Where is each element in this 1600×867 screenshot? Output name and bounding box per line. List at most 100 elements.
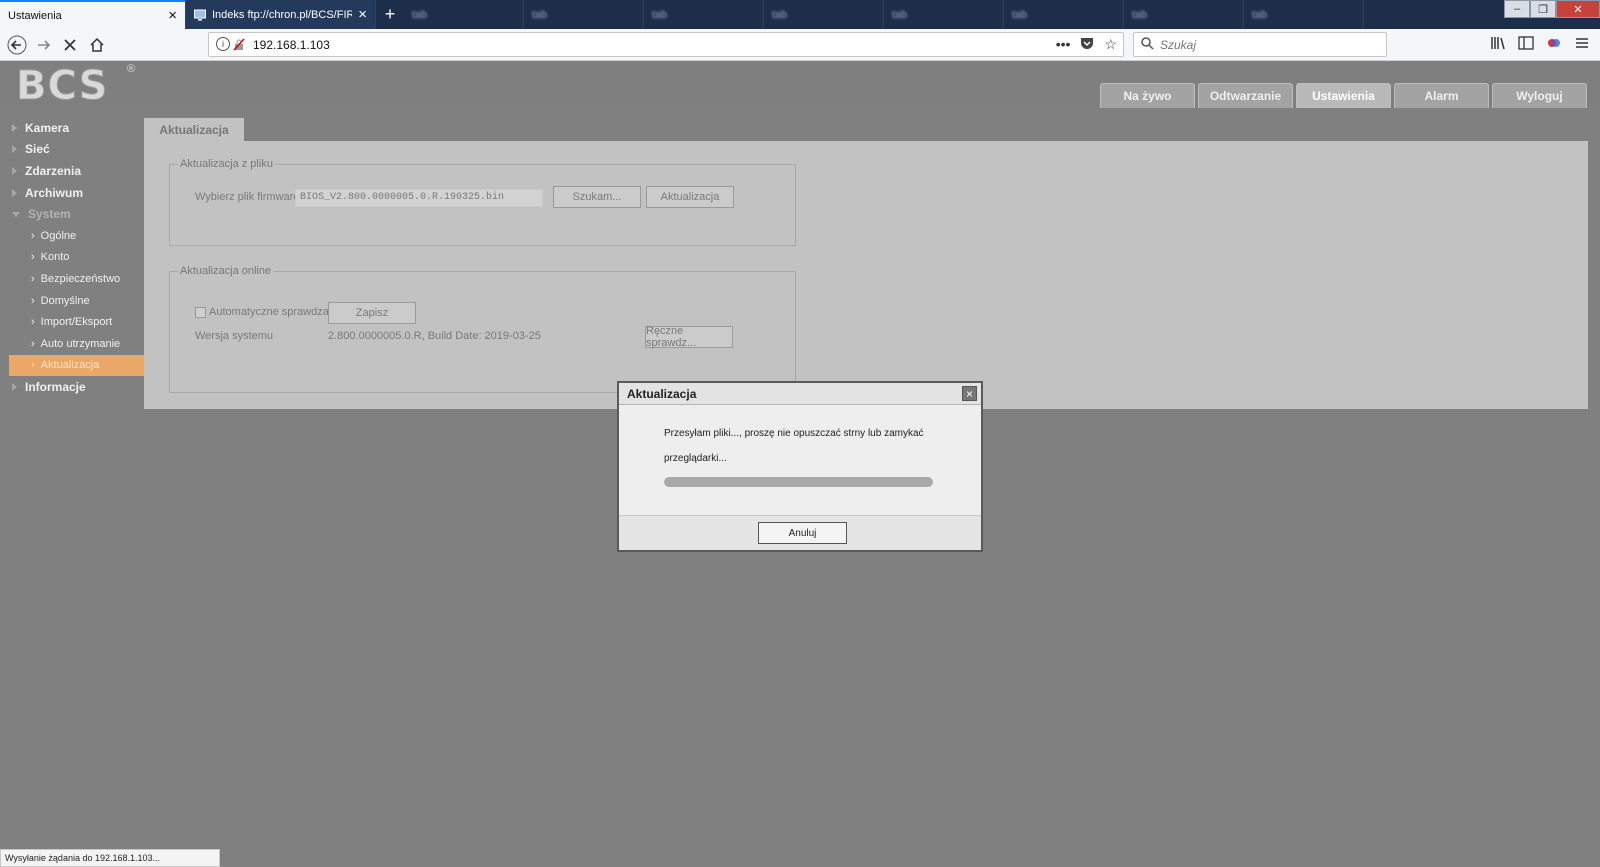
dialog-title-bar: Aktualizacja × xyxy=(619,383,981,405)
minimize-icon[interactable]: – xyxy=(1504,0,1530,18)
sidebar-item-information[interactable]: Informacje xyxy=(0,376,144,398)
sidebar-item-system[interactable]: System xyxy=(0,203,144,225)
more-dots-icon[interactable]: ••• xyxy=(1056,36,1071,53)
content-panel: Aktualizacja z pliku Wybierz plik firmwa… xyxy=(144,141,1588,409)
sidebar-item-upgrade[interactable]: › Aktualizacja xyxy=(9,354,144,377)
insecure-lock-icon[interactable] xyxy=(233,38,245,51)
file-update-legend: Aktualizacja z pliku xyxy=(180,158,273,170)
browser-tab-active[interactable]: Ustawienia × xyxy=(0,0,186,29)
menu-hamburger-icon[interactable] xyxy=(1574,36,1590,53)
browser-tab-blurred[interactable]: tab xyxy=(1244,0,1364,29)
browser-tab-bar: Ustawienia × Indeks ftp://chron.pl/BCS/F… xyxy=(0,0,1600,29)
forward-arrow-icon[interactable] xyxy=(33,34,55,56)
info-icon[interactable]: i xyxy=(216,37,230,51)
close-tab-icon[interactable]: × xyxy=(358,7,367,22)
tab-settings[interactable]: Ustawienia xyxy=(1296,83,1391,108)
browser-tab-blurred[interactable]: tab xyxy=(764,0,884,29)
main-nav-tabs: Na żywo Odtwarzanie Ustawienia Alarm Wyl… xyxy=(1100,83,1587,108)
sidebar-item-archive[interactable]: Archiwum xyxy=(0,182,144,204)
search-input[interactable] xyxy=(1160,36,1380,54)
browser-tab-blurred[interactable]: tab xyxy=(1004,0,1124,29)
browser-tab[interactable]: Indeks ftp://chron.pl/BCS/FIRM × xyxy=(186,0,376,29)
sidebar-item-label: Domyślne xyxy=(40,294,90,307)
upgrade-dialog: Aktualizacja × Przesyłam pliki..., prosz… xyxy=(617,381,983,552)
browser-tab-blurred[interactable]: tab xyxy=(884,0,1004,29)
sidebar-item-defaults[interactable]: › Domyślne xyxy=(9,290,144,312)
sidebar-item-general[interactable]: › Ogólne xyxy=(9,225,144,247)
tab-live[interactable]: Na żywo xyxy=(1100,83,1195,108)
app-header: BCS ® Na żywo Odtwarzanie Ustawienia Ala… xyxy=(0,61,1600,110)
back-arrow-icon[interactable] xyxy=(6,34,28,56)
sidebar-item-events[interactable]: Zdarzenia xyxy=(0,160,144,182)
browser-tab-title: Indeks ftp://chron.pl/BCS/FIRM xyxy=(212,8,353,21)
expanded-triangle-icon xyxy=(12,211,20,217)
browser-tab-title: tab xyxy=(772,8,788,21)
browser-tab-blurred[interactable]: tab xyxy=(644,0,764,29)
sidebar-item-auto-maintenance[interactable]: › Auto utrzymanie xyxy=(9,333,144,355)
collapsed-triangle-icon xyxy=(12,188,17,197)
dialog-message-line: przeglądarki... xyxy=(664,453,727,464)
browser-tab-title: tab xyxy=(1252,8,1268,21)
system-version-label: Wersja systemu xyxy=(195,330,274,342)
sidebar-item-label: Import/Eksport xyxy=(40,316,113,329)
dialog-message-line: Przesyłam pliki..., proszę nie opuszczać… xyxy=(664,428,924,439)
browser-tab-title: tab xyxy=(532,8,548,21)
browser-tab-blurred[interactable]: tab xyxy=(524,0,644,29)
browser-toolbar-right xyxy=(1490,36,1590,53)
sidebar-item-import-export[interactable]: › Import/Eksport xyxy=(9,311,144,333)
collapsed-triangle-icon xyxy=(12,382,17,391)
pocket-icon[interactable] xyxy=(1080,36,1094,53)
bookmark-star-icon[interactable]: ☆ xyxy=(1104,36,1117,53)
choose-firmware-label: Wybierz plik firmware xyxy=(195,191,300,203)
browser-tab-title: Ustawienia xyxy=(8,9,62,22)
sidebar-item-label: Zdarzenia xyxy=(25,163,82,178)
url-actions: ••• ☆ xyxy=(1056,36,1117,53)
collapsed-triangle-icon xyxy=(12,145,17,154)
online-update-legend: Aktualizacja online xyxy=(180,265,272,277)
search-icon xyxy=(1141,37,1154,53)
sidebar-item-label: Aktualizacja xyxy=(40,359,100,372)
save-button[interactable]: Zapisz xyxy=(328,302,416,324)
url-bar[interactable]: i 192.168.1.103 ••• ☆ xyxy=(208,32,1124,57)
sidebar-item-network[interactable]: Sieć xyxy=(0,139,144,161)
close-tab-icon[interactable]: × xyxy=(168,8,177,23)
browser-tab-blurred[interactable]: tab xyxy=(1124,0,1244,29)
browser-tab-title: tab xyxy=(892,8,908,21)
sidebar-toggle-icon[interactable] xyxy=(1518,36,1534,53)
sidebar-item-camera[interactable]: Kamera xyxy=(0,117,144,139)
library-icon[interactable] xyxy=(1490,36,1506,53)
home-icon[interactable] xyxy=(86,34,108,56)
manual-check-button[interactable]: Ręczne sprawdz... xyxy=(645,325,733,349)
dialog-title: Aktualizacja xyxy=(627,387,697,401)
restore-icon[interactable]: ❐ xyxy=(1530,0,1556,18)
tab-logout[interactable]: Wyloguj xyxy=(1492,83,1587,108)
sidebar-item-label: Bezpieczeństwo xyxy=(40,272,121,285)
tab-alarm[interactable]: Alarm xyxy=(1394,83,1489,108)
upload-progress-bar xyxy=(664,477,933,487)
browser-tab-blurred[interactable]: tab xyxy=(404,0,524,29)
collapsed-triangle-icon xyxy=(12,166,17,175)
close-window-icon[interactable]: ✕ xyxy=(1556,0,1600,18)
extension-icon[interactable] xyxy=(1546,36,1562,53)
stop-loading-icon[interactable] xyxy=(59,34,81,56)
chevron-right-icon: › xyxy=(31,272,35,285)
sidebar-item-label: System xyxy=(28,207,71,222)
chevron-right-icon: › xyxy=(31,229,35,242)
cancel-button[interactable]: Anuluj xyxy=(758,522,847,544)
sidebar-item-label: Kamera xyxy=(25,120,70,135)
collapsed-triangle-icon xyxy=(12,123,17,132)
auto-check-checkbox[interactable] xyxy=(195,307,206,318)
new-tab-button[interactable]: + xyxy=(376,0,404,29)
close-icon[interactable]: × xyxy=(962,386,977,401)
firmware-file-field[interactable]: BIOS_V2.800.0000005.0.R.190325.bin xyxy=(295,189,543,207)
chevron-right-icon: › xyxy=(31,251,35,264)
browse-button[interactable]: Szukam... xyxy=(553,186,641,208)
dialog-message: Przesyłam pliki..., proszę nie opuszczać… xyxy=(664,421,944,471)
upgrade-button[interactable]: Aktualizacja xyxy=(646,186,734,208)
tab-playback[interactable]: Odtwarzanie xyxy=(1198,83,1293,108)
chevron-right-icon: › xyxy=(31,359,35,372)
sidebar-item-account[interactable]: › Konto xyxy=(9,247,144,269)
sidebar-item-security[interactable]: › Bezpieczeństwo xyxy=(9,268,144,290)
browser-tab-title: tab xyxy=(652,8,668,21)
search-bar[interactable] xyxy=(1133,32,1387,57)
